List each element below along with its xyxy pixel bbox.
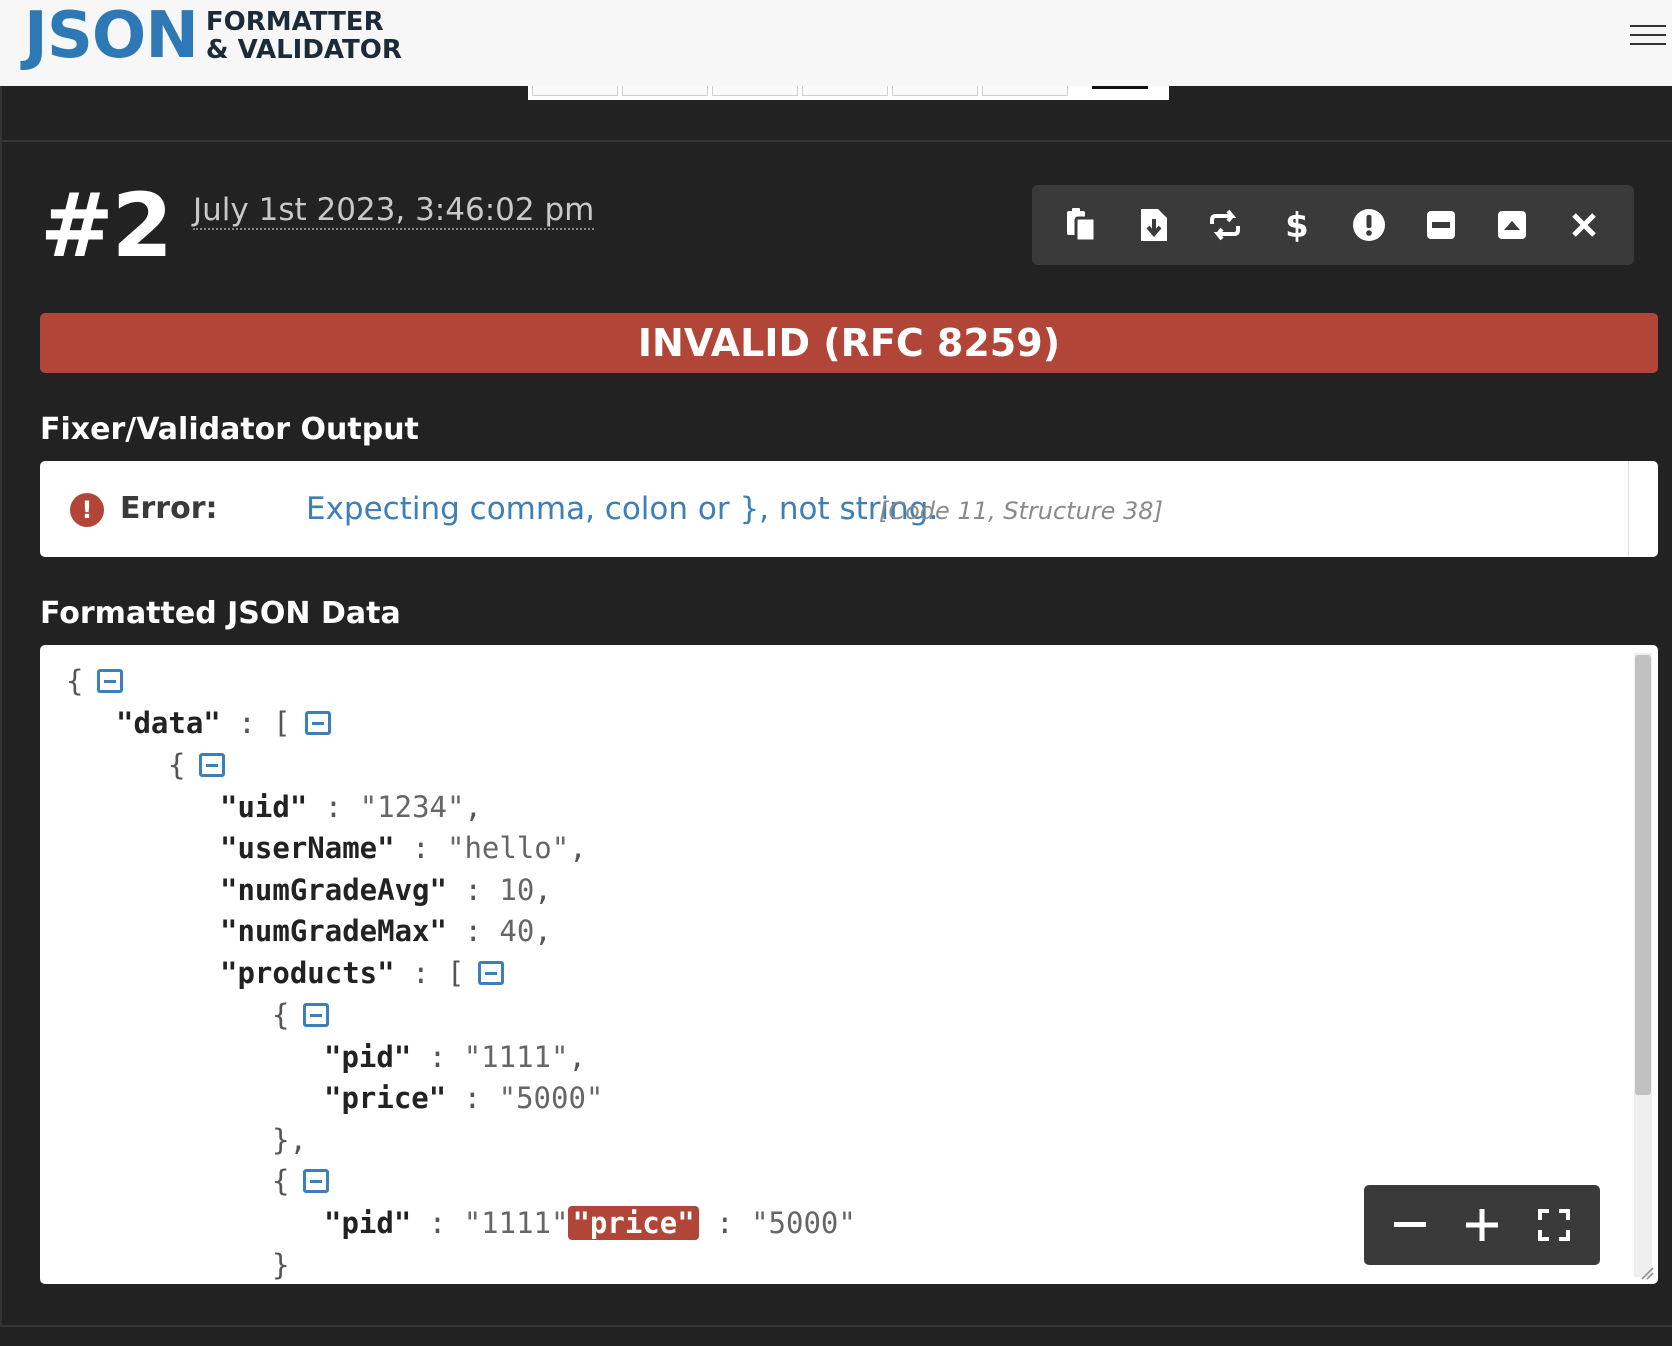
repeat-icon[interactable]	[1200, 200, 1250, 250]
code-line: }	[272, 1248, 290, 1282]
code-line: {	[272, 995, 330, 1035]
code-line: },	[272, 1123, 307, 1157]
code-line: {	[272, 1161, 330, 1201]
error-label: Error:	[120, 491, 218, 526]
ad-thumb[interactable]	[892, 86, 978, 96]
divider	[0, 1325, 1672, 1327]
svg-text:$: $	[1285, 207, 1309, 243]
collapse-toggle[interactable]	[303, 1169, 330, 1193]
zoom-out-icon[interactable]	[1385, 1200, 1435, 1250]
collapse-toggle[interactable]	[304, 711, 331, 735]
logo-line-1: FORMATTER	[205, 7, 384, 37]
validator-output-title: Fixer/Validator Output	[40, 412, 419, 447]
entry-number: #2	[40, 174, 173, 277]
code-line: {	[168, 745, 226, 785]
code-line: {	[66, 661, 124, 701]
copy-icon[interactable]	[1057, 200, 1107, 250]
ad-strip[interactable]	[528, 86, 1169, 100]
left-border	[0, 86, 2, 1326]
code-scrollbar-thumb[interactable]	[1635, 655, 1651, 1095]
output-scrollbar[interactable]	[1628, 461, 1658, 557]
code-line: "products" : [	[220, 953, 505, 993]
code-line: "uid" : "1234",	[220, 790, 482, 824]
exclamation-icon[interactable]	[1344, 200, 1394, 250]
entry-toolbar: $	[1032, 185, 1634, 265]
ad-thumb[interactable]	[802, 86, 888, 96]
download-icon[interactable]	[1129, 200, 1179, 250]
error-code: [Code 11, Structure 38]	[879, 497, 1163, 525]
error-message-link[interactable]: Expecting comma, colon or }, not string.	[306, 491, 938, 527]
dollar-icon[interactable]: $	[1272, 200, 1322, 250]
logo-json: JSON	[24, 0, 199, 73]
logo-line-2: & VALIDATOR	[205, 35, 402, 65]
error-highlight: "price"	[568, 1206, 699, 1240]
formatted-json-title: Formatted JSON Data	[40, 596, 401, 631]
ad-thumb[interactable]	[1092, 86, 1148, 96]
code-line: "price" : "5000"	[324, 1081, 604, 1115]
code-line: "pid" : "1111" "price" : "5000"	[324, 1206, 856, 1240]
ad-thumb[interactable]	[982, 86, 1068, 96]
collapse-toggle[interactable]	[478, 961, 505, 985]
collapse-toggle[interactable]	[97, 669, 124, 693]
top-bar: JSON FORMATTER & VALIDATOR	[0, 0, 1672, 86]
ad-thumb[interactable]	[712, 86, 798, 96]
logo-subtitle: FORMATTER & VALIDATOR	[206, 8, 402, 64]
validation-status-badge: INVALID (RFC 8259)	[40, 313, 1658, 373]
close-icon[interactable]	[1559, 200, 1609, 250]
divider	[0, 140, 1672, 142]
code-line: "pid" : "1111",	[324, 1040, 586, 1074]
minus-square-icon[interactable]	[1416, 200, 1466, 250]
collapse-toggle[interactable]	[303, 1003, 330, 1027]
error-icon: !	[70, 493, 104, 527]
hamburger-menu-icon[interactable]	[1630, 18, 1666, 48]
validator-output-panel: ! Error: Expecting comma, colon or }, no…	[40, 461, 1658, 557]
code-line: "numGradeMax" : 40,	[220, 914, 552, 948]
zoom-in-icon[interactable]	[1457, 1200, 1507, 1250]
code-line: "data" : [	[116, 703, 331, 743]
logo[interactable]: JSON FORMATTER & VALIDATOR	[24, 4, 402, 68]
ad-thumb[interactable]	[622, 86, 708, 96]
fullscreen-icon[interactable]	[1529, 1200, 1579, 1250]
entry-timestamp: July 1st 2023, 3:46:02 pm	[193, 192, 595, 230]
collapse-toggle[interactable]	[199, 753, 226, 777]
code-line: "numGradeAvg" : 10,	[220, 873, 552, 907]
ad-thumb[interactable]	[532, 86, 618, 96]
zoom-controls	[1364, 1185, 1600, 1265]
resize-handle-icon[interactable]	[1640, 1266, 1654, 1280]
caret-up-square-icon[interactable]	[1487, 200, 1537, 250]
code-line: "userName" : "hello",	[220, 831, 587, 865]
